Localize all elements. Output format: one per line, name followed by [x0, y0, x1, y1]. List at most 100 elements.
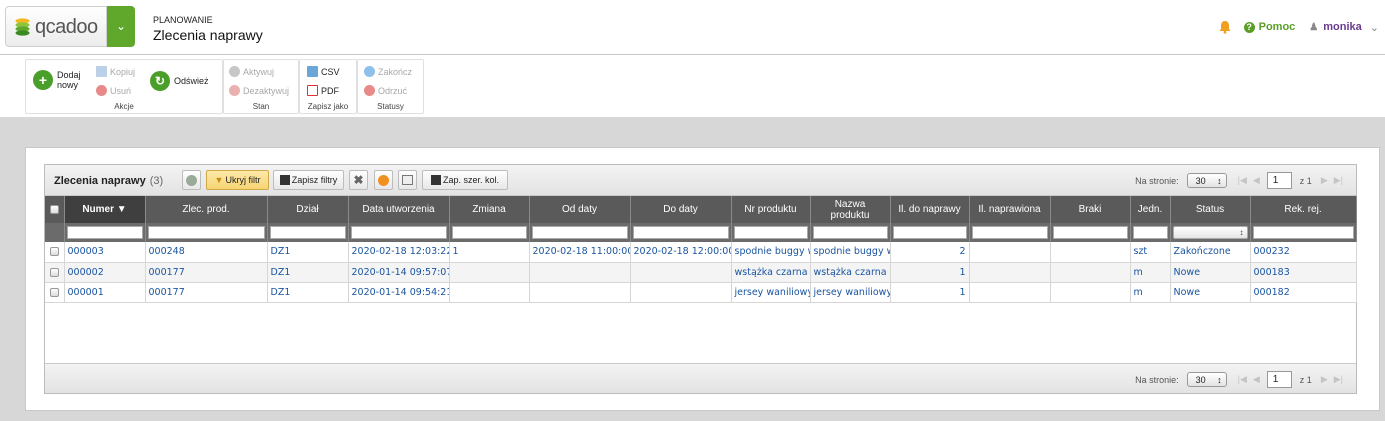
- table-cell[interactable]: DZ1: [267, 282, 349, 303]
- table-cell[interactable]: 2020-02-18 12:03:22: [348, 242, 450, 263]
- copy-button[interactable]: Kopiuj: [96, 66, 135, 77]
- filter-input[interactable]: [892, 226, 967, 239]
- table-cell[interactable]: szt: [1130, 242, 1171, 263]
- save-column-widths-button[interactable]: Zap. szer. kol.: [422, 170, 508, 190]
- table-row[interactable]: 000003 000248 DZ1 2020-02-18 12:03:22 1 2020-…: [45, 242, 1357, 263]
- row-checkbox[interactable]: [49, 287, 59, 297]
- row-checkbox[interactable]: [49, 247, 59, 257]
- table-cell[interactable]: [529, 262, 631, 283]
- delete-button[interactable]: Usuń: [96, 85, 131, 96]
- next-page-icon[interactable]: ▶: [1321, 374, 1328, 385]
- export-pdf-button[interactable]: PDF: [307, 85, 339, 96]
- table-cell[interactable]: DZ1: [267, 262, 349, 283]
- table-cell[interactable]: 000232: [1250, 242, 1357, 263]
- column-header[interactable]: Il. naprawiona: [969, 196, 1051, 223]
- table-row[interactable]: 000002 000177 DZ1 2020-01-14 09:57:07 wstążk…: [45, 262, 1357, 283]
- per-page-select[interactable]: 30 ↕: [1186, 372, 1227, 387]
- table-cell[interactable]: wstążka czarna: [810, 262, 891, 283]
- column-header[interactable]: Numer ▼: [64, 196, 146, 223]
- filter-input[interactable]: [451, 226, 527, 239]
- table-cell[interactable]: 1: [890, 282, 970, 303]
- page-input[interactable]: 1: [1266, 172, 1292, 189]
- column-header[interactable]: Nazwa produktu: [810, 196, 891, 223]
- filter-input[interactable]: [1252, 226, 1354, 239]
- filter-input[interactable]: [971, 226, 1048, 239]
- table-cell[interactable]: 000182: [1250, 282, 1357, 303]
- last-page-icon[interactable]: ▶|: [1334, 175, 1343, 186]
- prev-page-icon[interactable]: ◀: [1253, 175, 1260, 186]
- filter-input[interactable]: [733, 226, 808, 239]
- first-page-icon[interactable]: |◀: [1238, 175, 1247, 186]
- column-header[interactable]: Rek. rej.: [1250, 196, 1357, 223]
- table-cell[interactable]: jersey waniliowy: [810, 282, 891, 303]
- hide-filter-button[interactable]: ▼ Ukryj filtr: [206, 170, 269, 190]
- reset-button[interactable]: [374, 170, 393, 190]
- table-cell[interactable]: 2020-02-18 12:00:00: [630, 242, 732, 263]
- table-cell[interactable]: DZ1: [267, 242, 349, 263]
- column-header[interactable]: Dział: [267, 196, 349, 223]
- deactivate-button[interactable]: Dezaktywuj: [229, 85, 289, 96]
- help-link[interactable]: ? Pomoc: [1243, 21, 1295, 33]
- delete-filter-button[interactable]: ✖: [349, 170, 368, 190]
- column-header[interactable]: Zmiana: [449, 196, 530, 223]
- table-cell[interactable]: 1: [449, 242, 530, 263]
- filter-input[interactable]: [350, 226, 447, 239]
- table-cell[interactable]: 000183: [1250, 262, 1357, 283]
- table-cell[interactable]: 2020-01-14 09:54:21: [348, 282, 450, 303]
- table-cell[interactable]: 2020-02-18 11:00:00: [529, 242, 631, 263]
- filter-input[interactable]: [812, 226, 888, 239]
- row-checkbox[interactable]: [49, 267, 59, 277]
- table-cell[interactable]: 000177: [145, 282, 268, 303]
- select-all-checkbox[interactable]: [49, 204, 59, 214]
- user-menu[interactable]: ♟ monika ⌄: [1309, 21, 1379, 34]
- filter-input[interactable]: [632, 226, 729, 239]
- table-cell[interactable]: 2: [890, 242, 970, 263]
- table-cell[interactable]: spodnie buggy wanil: [810, 242, 891, 263]
- filter-input[interactable]: [1132, 226, 1168, 239]
- table-cell[interactable]: [529, 282, 631, 303]
- add-new-button[interactable]: + Dodaj nowy: [33, 70, 81, 90]
- table-cell[interactable]: wstążka czarna: [731, 262, 811, 283]
- menu-toggle-button[interactable]: ⌄: [107, 6, 135, 47]
- column-header[interactable]: Zlec. prod.: [145, 196, 268, 223]
- table-cell[interactable]: [630, 262, 732, 283]
- column-header[interactable]: Jedn.: [1130, 196, 1171, 223]
- table-cell[interactable]: [630, 282, 732, 303]
- table-cell[interactable]: Nowe: [1170, 262, 1251, 283]
- table-cell[interactable]: 000001: [64, 282, 146, 303]
- column-header[interactable]: Braki: [1050, 196, 1131, 223]
- page-input[interactable]: 1: [1266, 371, 1292, 388]
- filter-input[interactable]: [269, 226, 346, 239]
- per-page-select[interactable]: 30 ↕: [1186, 173, 1227, 188]
- table-cell[interactable]: m: [1130, 262, 1171, 283]
- column-header[interactable]: Data utworzenia: [348, 196, 450, 223]
- finish-button[interactable]: Zakończ: [364, 66, 412, 77]
- table-cell[interactable]: 2020-01-14 09:57:07: [348, 262, 450, 283]
- activate-button[interactable]: Aktywuj: [229, 66, 274, 77]
- export-csv-button[interactable]: CSV: [307, 66, 340, 77]
- column-header[interactable]: Do daty: [630, 196, 732, 223]
- table-cell[interactable]: spodnie buggy wanil: [731, 242, 811, 263]
- table-row[interactable]: 000001 000177 DZ1 2020-01-14 09:54:21 jersey…: [45, 282, 1357, 303]
- reject-button[interactable]: Odrzuć: [364, 85, 407, 96]
- prev-page-icon[interactable]: ◀: [1253, 374, 1260, 385]
- filter-input[interactable]: [531, 226, 628, 239]
- table-cell[interactable]: [449, 262, 530, 283]
- first-page-icon[interactable]: |◀: [1238, 374, 1247, 385]
- column-header[interactable]: Status: [1170, 196, 1251, 223]
- table-cell[interactable]: 000248: [145, 242, 268, 263]
- table-cell[interactable]: 000177: [145, 262, 268, 283]
- filter-input[interactable]: [1052, 226, 1128, 239]
- table-cell[interactable]: 000002: [64, 262, 146, 283]
- filter-input[interactable]: [66, 226, 143, 239]
- column-header[interactable]: Il. do naprawy: [890, 196, 970, 223]
- table-cell[interactable]: 000003: [64, 242, 146, 263]
- clear-filter-button[interactable]: [182, 170, 201, 190]
- column-header[interactable]: Od daty: [529, 196, 631, 223]
- table-cell[interactable]: m: [1130, 282, 1171, 303]
- next-page-icon[interactable]: ▶: [1321, 175, 1328, 186]
- app-logo[interactable]: qcadoo: [5, 6, 107, 47]
- table-cell[interactable]: jersey waniliowy: [731, 282, 811, 303]
- table-cell[interactable]: [449, 282, 530, 303]
- select-all-header[interactable]: [45, 196, 65, 223]
